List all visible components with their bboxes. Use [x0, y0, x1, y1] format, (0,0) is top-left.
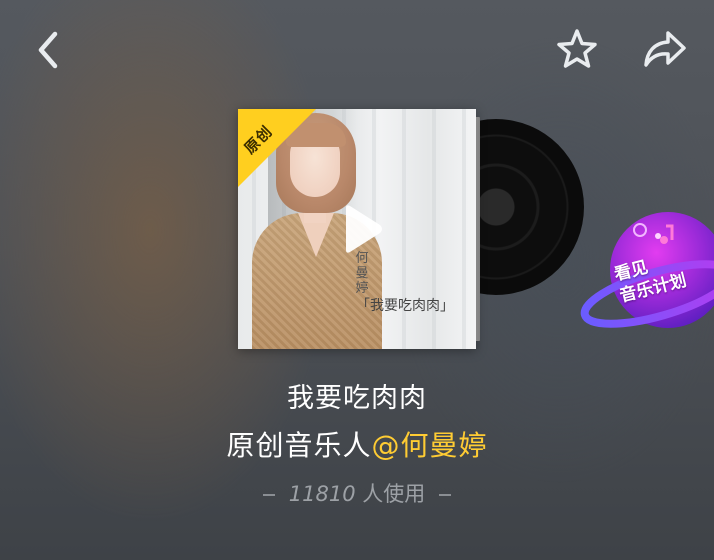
artist-prefix: 原创音乐人 [226, 429, 372, 462]
divider-right [439, 494, 452, 496]
share-arrow-icon [644, 31, 686, 67]
album-cover[interactable]: 原创 何曼婷 「我要吃肉肉」 [238, 109, 476, 349]
chevron-left-icon [38, 31, 58, 69]
star-outline-icon [557, 29, 597, 68]
play-icon[interactable] [338, 202, 386, 256]
top-bar [0, 0, 714, 100]
album-cover-group: 原创 何曼婷 「我要吃肉肉」 [238, 109, 584, 349]
artist-line: 原创音乐人@何曼婷 [0, 424, 714, 464]
song-title: 我要吃肉肉 [287, 383, 427, 414]
back-button[interactable] [26, 28, 70, 72]
favorite-button[interactable] [552, 24, 602, 74]
cover-artist-text: 何曼婷 [355, 251, 369, 296]
share-button[interactable] [640, 24, 690, 74]
artist-name-link[interactable]: @何曼婷 [372, 429, 488, 462]
usage-suffix: 人使用 [362, 482, 426, 506]
music-plan-promo[interactable]: 看见 音乐计划 [578, 196, 714, 344]
cover-song-text: 「我要吃肉肉」 [356, 298, 454, 314]
usage-count-line: 11810 人使用 [0, 478, 714, 508]
usage-count: 11810 [288, 482, 356, 506]
divider-left [262, 494, 275, 496]
